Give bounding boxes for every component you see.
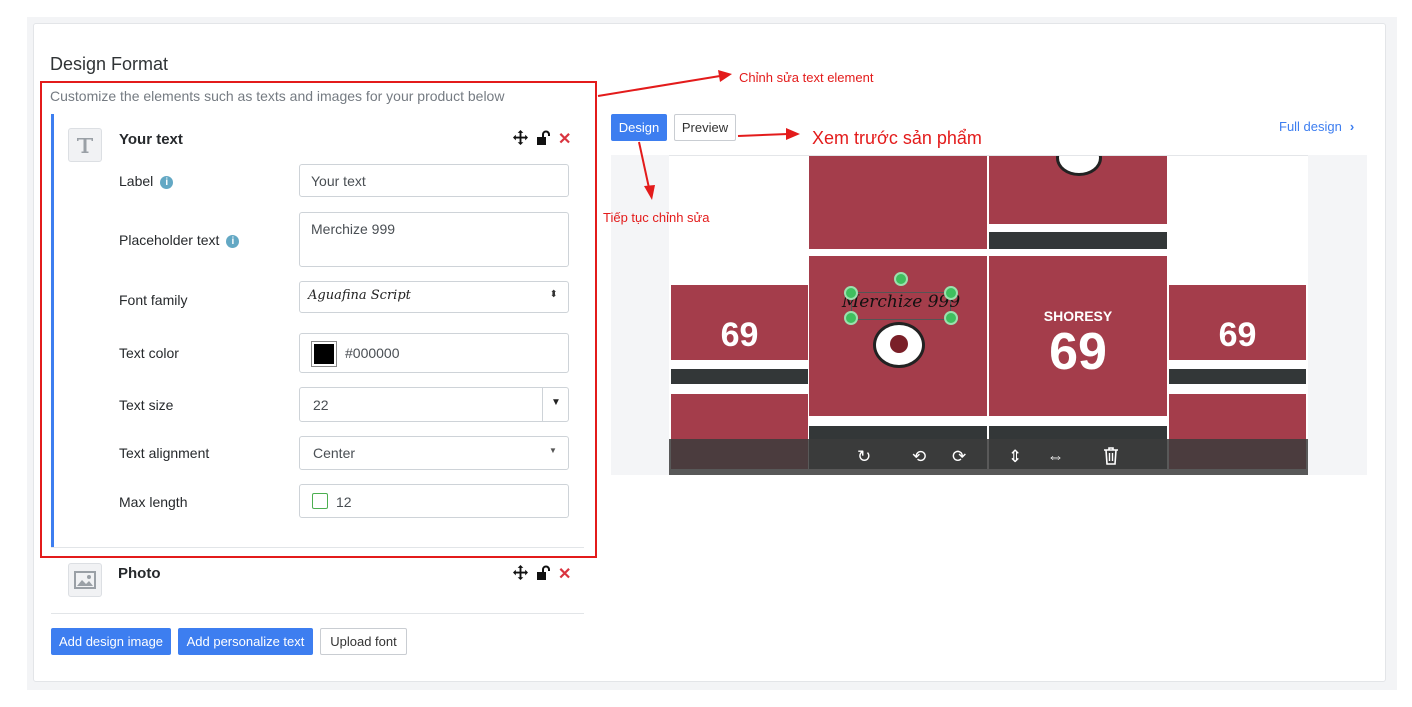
annotation-edit-text: Chỉnh sửa text element	[739, 70, 874, 85]
annotation-preview: Xem trước sản phẩm	[812, 128, 982, 148]
annotation-continue-editing: Tiếp tục chỉnh sửa	[603, 210, 710, 225]
annotation-arrows	[597, 70, 800, 200]
